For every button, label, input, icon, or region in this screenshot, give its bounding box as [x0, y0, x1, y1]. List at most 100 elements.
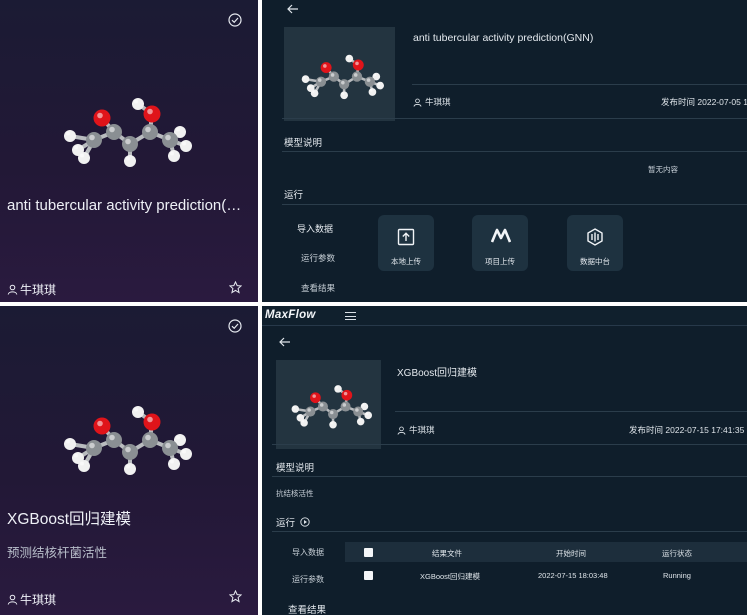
atom-highlight: [343, 391, 348, 396]
run-heading: 运行: [276, 515, 310, 529]
atom-highlight: [109, 434, 115, 441]
carbon-atom: [353, 406, 364, 417]
carbon-atom: [122, 444, 138, 460]
check-circle-icon[interactable]: [228, 13, 242, 27]
oxygen-atom: [341, 389, 353, 401]
run-label: 运行: [276, 518, 296, 529]
hydrogen-atom: [180, 448, 192, 460]
project-upload-label: 项目上传: [485, 257, 515, 266]
publish-time: 发布时间 2022-07-05 15:: [661, 96, 747, 108]
atom-highlight: [330, 410, 334, 415]
model-title: anti tubercular activity prediction(GNN): [413, 32, 594, 44]
card-title[interactable]: anti tubercular activity prediction(GNN): [7, 197, 247, 214]
hydrogen-atom: [78, 460, 90, 472]
atom-highlight: [312, 90, 315, 93]
publish-label: 发布时间: [661, 97, 696, 107]
model-desc-heading: 模型说明: [284, 138, 323, 149]
model-thumbnail: [284, 27, 395, 121]
nav-run-params[interactable]: 运行参数: [301, 252, 335, 264]
back-arrow-icon[interactable]: [286, 3, 300, 15]
hydrogen-atom: [340, 91, 348, 100]
hydrogen-atom: [124, 463, 136, 475]
select-all-checkbox[interactable]: [364, 548, 373, 557]
atom-highlight: [165, 442, 171, 449]
atom-highlight: [182, 449, 186, 454]
app-logo[interactable]: MaxFlow: [265, 309, 316, 321]
col-start-time: 开始时间: [556, 549, 586, 558]
nav-view-results[interactable]: 查看结果: [301, 282, 335, 294]
atom-highlight: [361, 403, 365, 407]
carbon-atom: [317, 401, 328, 412]
atom-highlight: [80, 461, 84, 466]
local-upload-button[interactable]: 本地上传: [378, 215, 434, 271]
atom-highlight: [145, 434, 151, 441]
atom-highlight: [97, 112, 103, 119]
carbon-atom: [162, 132, 178, 148]
atom-highlight: [319, 403, 324, 407]
hydrogen-atom: [345, 54, 354, 63]
oxygen-atom: [93, 109, 111, 127]
molecule-image: [291, 385, 372, 429]
results-table-header: 结果文件 开始时间 运行状态: [345, 542, 747, 562]
card-description: 预测结核杆菌活性: [7, 546, 108, 560]
back-arrow-icon[interactable]: [278, 336, 292, 348]
atom-highlight: [377, 82, 381, 86]
atom-highlight: [297, 415, 301, 418]
menu-icon[interactable]: [345, 312, 356, 320]
local-upload-label: 本地上传: [391, 257, 421, 266]
star-outline-icon[interactable]: [229, 590, 242, 603]
divider: [282, 118, 747, 119]
atom-highlight: [176, 435, 180, 440]
nav-view-results[interactable]: 查看结果: [288, 602, 326, 615]
data-platform-icon: [587, 228, 603, 246]
carbon-atom: [86, 132, 102, 148]
card-title[interactable]: XGBoost回归建模: [7, 507, 247, 529]
cell-result-file[interactable]: XGBoost回归建模: [420, 571, 480, 582]
atom-highlight: [165, 134, 171, 141]
atom-highlight: [312, 394, 316, 398]
hydrogen-atom: [78, 152, 90, 164]
atom-highlight: [355, 408, 359, 412]
user-icon: [397, 426, 406, 435]
carbon-atom: [106, 124, 122, 140]
row-checkbox[interactable]: [364, 571, 373, 580]
hydrogen-atom: [124, 155, 136, 167]
play-circle-icon[interactable]: [300, 517, 310, 527]
project-upload-button[interactable]: 项目上传: [472, 215, 528, 271]
run-heading: 运行: [284, 190, 304, 201]
col-result-file: 结果文件: [432, 549, 462, 558]
model-card-gnn[interactable]: anti tubercular activity prediction(GNN)…: [0, 0, 258, 302]
cell-start-time: 2022-07-15 18:03:48: [538, 571, 608, 580]
atom-highlight: [147, 108, 153, 115]
check-circle-icon[interactable]: [228, 319, 242, 333]
hydrogen-atom: [329, 420, 337, 429]
atom-highlight: [176, 127, 180, 132]
nav-import-data[interactable]: 导入数据: [292, 547, 324, 558]
star-outline-icon[interactable]: [229, 281, 242, 294]
atom-highlight: [346, 55, 350, 59]
col-run-status: 运行状态: [662, 549, 692, 558]
divider: [412, 84, 747, 85]
data-platform-button[interactable]: 数据中台: [567, 215, 623, 271]
atom-highlight: [330, 421, 334, 425]
top-navbar: MaxFlow: [262, 306, 747, 326]
publish-date: 2022-07-15 17:41:35: [665, 425, 745, 435]
hydrogen-atom: [301, 75, 310, 83]
atom-highlight: [134, 99, 138, 104]
atom-highlight: [74, 145, 78, 150]
model-card-xgboost[interactable]: XGBoost回归建模 预测结核杆菌活性 牛琪琪: [0, 306, 258, 615]
hydrogen-atom: [291, 405, 300, 413]
hydrogen-atom: [364, 411, 372, 420]
divider: [282, 151, 747, 152]
atom-highlight: [145, 126, 151, 133]
nav-import-data[interactable]: 导入数据: [297, 222, 333, 235]
nav-run-params[interactable]: 运行参数: [292, 574, 324, 585]
atom-highlight: [97, 420, 103, 427]
atom-highlight: [109, 126, 115, 133]
upload-icon: [397, 228, 415, 246]
hydrogen-atom: [310, 89, 319, 98]
carbon-atom: [339, 79, 350, 90]
hydrogen-atom: [368, 88, 377, 96]
atom-highlight: [89, 442, 95, 449]
carbon-atom: [162, 440, 178, 456]
